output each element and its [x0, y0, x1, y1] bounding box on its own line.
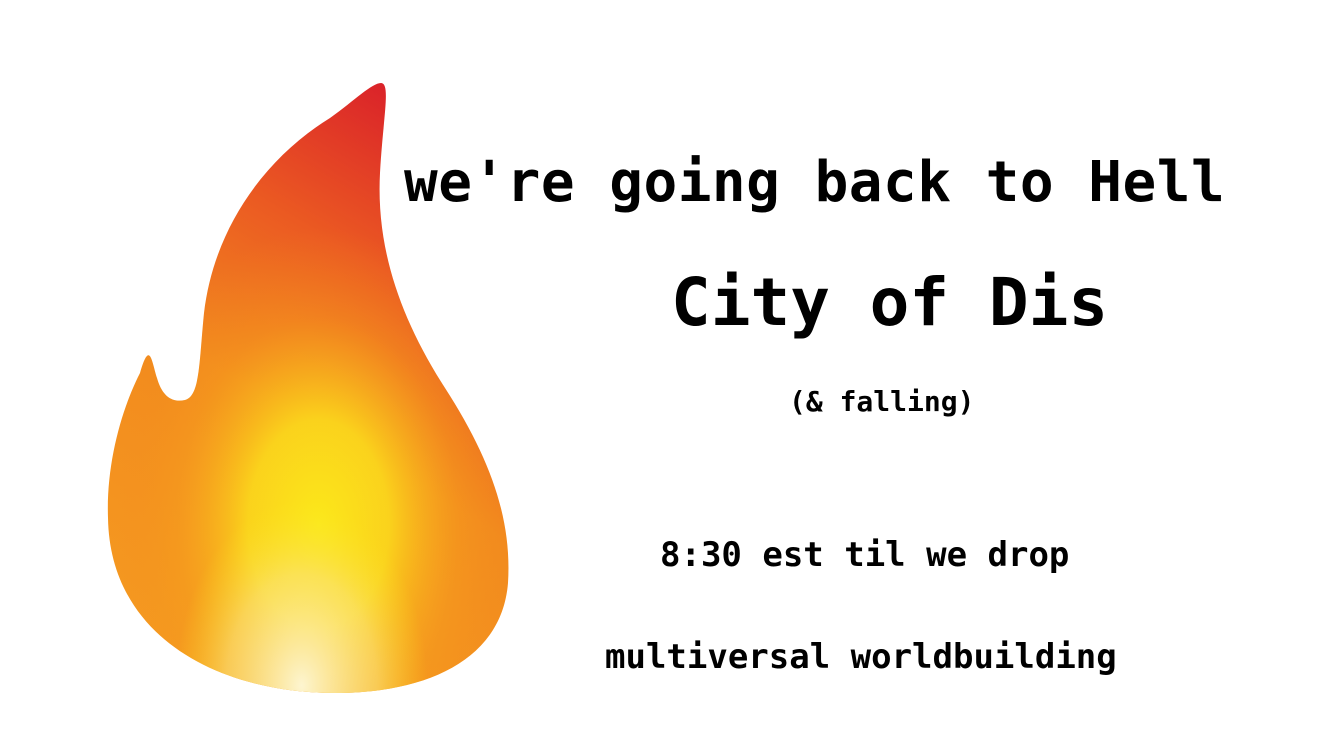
topic-text: multiversal worldbuilding	[605, 637, 1117, 677]
slide: we're going back to Hell City of Dis (& …	[0, 0, 1318, 755]
page-title: City of Dis	[671, 264, 1109, 341]
time-text: 8:30 est til we drop	[660, 535, 1070, 575]
headline: we're going back to Hell	[404, 150, 1226, 215]
subtitle: (& falling)	[789, 385, 975, 418]
